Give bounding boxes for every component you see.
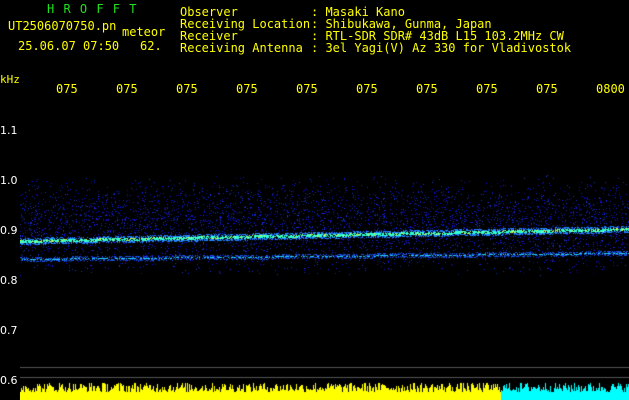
count: 62. xyxy=(140,39,162,53)
y-tick-label: 1.1 xyxy=(0,124,18,137)
y-tick-label: 0.7 xyxy=(0,324,18,337)
info-value-antenna: : 3el Yagi(V) Az 330 for Vladivostok xyxy=(311,41,572,55)
y-tick-label: 0.6 xyxy=(0,374,18,387)
x-tick-label: 075 xyxy=(176,82,198,96)
spectrogram-canvas xyxy=(20,96,629,400)
y-tick-label: 0.9 xyxy=(0,224,18,237)
x-tick-label: 075 xyxy=(296,82,318,96)
y-axis: 1.1 1.0 0.9 0.8 0.7 0.6 xyxy=(0,96,20,400)
x-tick-label: 075 xyxy=(536,82,558,96)
x-tick-label: 075 xyxy=(476,82,498,96)
header: H R O F F T UT2506070750.pn meteor 25.06… xyxy=(0,0,629,74)
sub-label: meteor xyxy=(122,25,166,39)
file-name: UT2506070750.pn xyxy=(8,19,117,33)
app-brand: H R O F F T xyxy=(47,2,138,16)
info-label-antenna: Receiving Antenna xyxy=(180,41,303,55)
x-tick-label: 075 xyxy=(416,82,438,96)
datetime: 25.06.07 07:50 xyxy=(18,39,120,53)
spectrogram-plot xyxy=(20,96,629,400)
x-tick-label: 075 xyxy=(116,82,138,96)
y-tick-label: 1.0 xyxy=(0,174,18,187)
y-tick-label: 0.8 xyxy=(0,274,18,287)
x-tick-label: 075 xyxy=(56,82,78,96)
x-tick-label: 0800 xyxy=(596,82,625,96)
x-tick-label: 075 xyxy=(236,82,258,96)
x-tick-label: 075 xyxy=(356,82,378,96)
